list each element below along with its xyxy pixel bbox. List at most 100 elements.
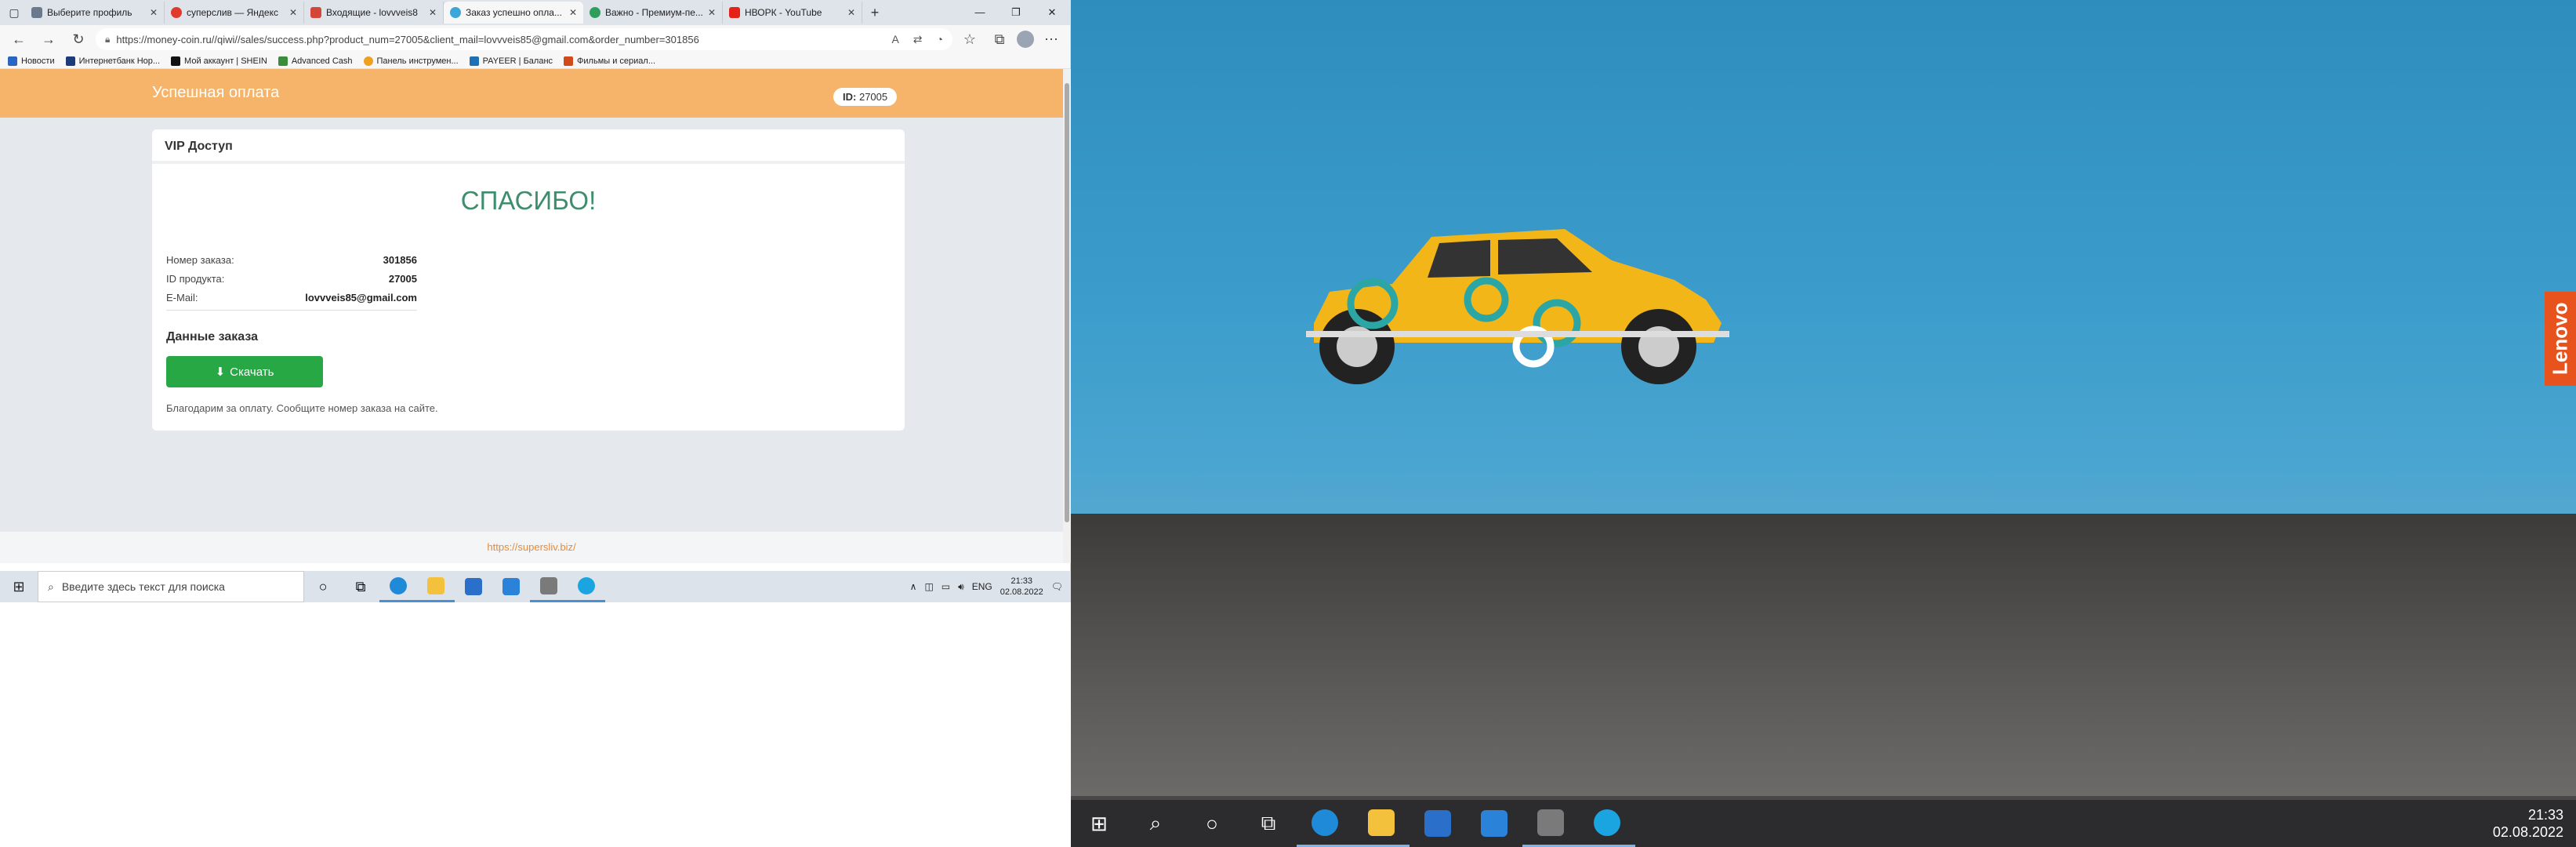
close-icon[interactable]: ✕ xyxy=(569,7,577,18)
store-icon-shape xyxy=(465,578,482,595)
skype-icon[interactable] xyxy=(1579,800,1635,847)
bookmark-payeer[interactable]: PAYEER | Баланс xyxy=(469,56,553,66)
bookmark-label: PAYEER | Баланс xyxy=(482,56,553,66)
tab-favicon xyxy=(31,7,42,18)
network-icon[interactable]: ◫ xyxy=(924,581,933,592)
detail-label: ID продукта: xyxy=(166,272,225,285)
tracking-icon[interactable]: ◔ xyxy=(937,33,943,46)
id-badge: ID: 27005 xyxy=(833,88,898,106)
maximize-button[interactable]: ❐ xyxy=(998,6,1034,19)
order-details: Номер заказа: 301856 ID продукта: 27005 E-… xyxy=(166,250,417,311)
favorites-icon[interactable]: ☆ xyxy=(957,31,982,48)
tab-bar: ▢ Выберите профиль ✕ суперслив — Яндекс … xyxy=(0,0,1070,25)
edge-icon[interactable] xyxy=(1297,800,1353,847)
taskbar-search[interactable]: ⌕ Введите здесь текст для поиска xyxy=(38,571,304,602)
cortana-icon[interactable]: ○ xyxy=(1184,800,1240,847)
desktop-clock[interactable]: 21:33 02.08.2022 xyxy=(2493,806,2563,841)
bookmark-shein[interactable]: Мой аккаунт | SHEIN xyxy=(171,56,267,66)
file-explorer-icon[interactable] xyxy=(417,571,455,602)
bookmark-bank[interactable]: Интернетбанк Нор... xyxy=(65,56,161,66)
store-icon[interactable] xyxy=(455,571,492,602)
bookmark-icon xyxy=(564,56,574,66)
mail-icon[interactable] xyxy=(492,571,530,602)
translate-icon[interactable]: ⇄ xyxy=(913,33,923,46)
notifications-icon[interactable]: 🗨︎ xyxy=(1051,581,1063,592)
url-actions: A ⇄ ◔ xyxy=(891,33,943,46)
bookmark-advcash[interactable]: Advanced Cash xyxy=(278,56,353,66)
footer-link[interactable]: https://supersliv.biz/ xyxy=(487,541,575,553)
page-scrollbar[interactable] xyxy=(1063,69,1071,563)
bookmark-label: Мой аккаунт | SHEIN xyxy=(184,56,267,66)
bookmark-label: Фильмы и сериал... xyxy=(577,56,656,66)
bookmark-label: Advanced Cash xyxy=(291,56,353,66)
tab-label: Входящие - lovvveis8 xyxy=(326,7,418,18)
close-icon[interactable]: ✕ xyxy=(150,7,158,18)
read-aloud-icon[interactable]: A xyxy=(891,33,898,46)
more-menu-icon[interactable]: ⋯ xyxy=(1039,31,1064,48)
tab-profile[interactable]: Выберите профиль ✕ xyxy=(25,2,165,24)
cortana-icon[interactable]: ○ xyxy=(304,571,342,602)
bookmark-label: Новости xyxy=(21,56,55,66)
close-icon[interactable]: ✕ xyxy=(429,7,437,18)
tab-favicon xyxy=(729,7,740,18)
collections-icon[interactable]: ⧉ xyxy=(987,31,1012,48)
back-icon[interactable]: ← xyxy=(6,31,31,48)
bookmark-films[interactable]: Фильмы и сериал... xyxy=(564,56,655,66)
bookmark-panel[interactable]: Панель инструмен... xyxy=(363,56,459,66)
clock-time: 21:33 xyxy=(1010,576,1032,586)
volume-icon[interactable]: 🔊︎ xyxy=(958,581,964,593)
battery-icon[interactable]: ▭ xyxy=(942,581,950,592)
task-view-icon[interactable]: ⧉ xyxy=(1240,800,1297,847)
bookmark-icon xyxy=(65,56,75,66)
windows-start-icon[interactable]: ⊞ xyxy=(1071,800,1127,847)
bookmark-label: Интернетбанк Нор... xyxy=(78,56,161,66)
skype-icon-shape xyxy=(1594,809,1620,836)
tab-premium[interactable]: Важно - Премиум-пе... ✕ xyxy=(583,2,723,24)
clock[interactable]: 21:33 02.08.2022 xyxy=(1000,576,1043,598)
yandex-browser-icon-shape xyxy=(540,576,557,594)
detail-label: Номер заказа: xyxy=(166,253,234,266)
download-button[interactable]: ⬇ Скачать xyxy=(166,356,323,387)
new-tab-button[interactable]: + xyxy=(862,5,887,21)
email-value: lovvveis85@gmail.com xyxy=(305,291,417,304)
profile-avatar[interactable] xyxy=(1017,31,1034,48)
tab-actions-icon[interactable]: ▢ xyxy=(3,2,25,24)
yandex-browser-icon[interactable] xyxy=(530,571,568,602)
lock-icon[interactable]: 🔒︎ xyxy=(105,34,110,45)
download-icon: ⬇ xyxy=(215,365,226,379)
desktop-screen: Lenovo ⊞ ⌕ ○ ⧉ 21:33 02.08.2022 xyxy=(1071,0,2576,847)
chevron-up-icon[interactable]: ∧ xyxy=(910,581,917,592)
store-icon[interactable] xyxy=(1410,800,1466,847)
tab-yandex[interactable]: суперслив — Яндекс ✕ xyxy=(165,2,304,24)
tab-order-success[interactable]: Заказ успешно опла... ✕ xyxy=(444,2,583,24)
close-window-button[interactable]: ✕ xyxy=(1034,6,1070,19)
card-title: VIP Доступ xyxy=(152,129,905,164)
tab-label: НВОРК - YouTube xyxy=(745,7,822,18)
tab-gmail[interactable]: Входящие - lovvveis8 ✕ xyxy=(304,2,444,24)
task-view-icon[interactable]: ⧉ xyxy=(342,571,379,602)
clock-time: 21:33 xyxy=(2527,807,2563,823)
scrollbar-thumb[interactable] xyxy=(1065,83,1069,522)
yandex-browser-icon[interactable] xyxy=(1522,800,1579,847)
tab-youtube[interactable]: НВОРК - YouTube ✕ xyxy=(723,2,862,24)
windows-start-icon[interactable]: ⊞ xyxy=(0,579,38,595)
edge-icon[interactable] xyxy=(379,571,417,602)
refresh-icon[interactable]: ↻ xyxy=(66,31,91,48)
mail-icon[interactable] xyxy=(1466,800,1522,847)
close-icon[interactable]: ✕ xyxy=(289,7,297,18)
url-field[interactable]: 🔒︎ https://money-coin.ru//qiwi//sales/su… xyxy=(96,28,952,50)
language-indicator[interactable]: ENG xyxy=(972,581,992,592)
minimize-button[interactable]: — xyxy=(962,6,998,19)
forward-icon[interactable]: → xyxy=(36,31,61,48)
search-icon[interactable]: ⌕ xyxy=(1127,800,1184,847)
detail-row: ID продукта: 27005 xyxy=(166,269,417,288)
bookmark-news[interactable]: Новости xyxy=(8,56,55,66)
file-explorer-icon[interactable] xyxy=(1353,800,1410,847)
bookmark-icon xyxy=(363,56,373,66)
window-controls: — ❐ ✕ xyxy=(962,6,1070,19)
close-icon[interactable]: ✕ xyxy=(708,7,716,18)
url-text[interactable]: https://money-coin.ru//qiwi//sales/succe… xyxy=(116,34,885,45)
close-icon[interactable]: ✕ xyxy=(847,7,855,18)
tab-favicon xyxy=(171,7,182,18)
skype-icon[interactable] xyxy=(568,571,605,602)
